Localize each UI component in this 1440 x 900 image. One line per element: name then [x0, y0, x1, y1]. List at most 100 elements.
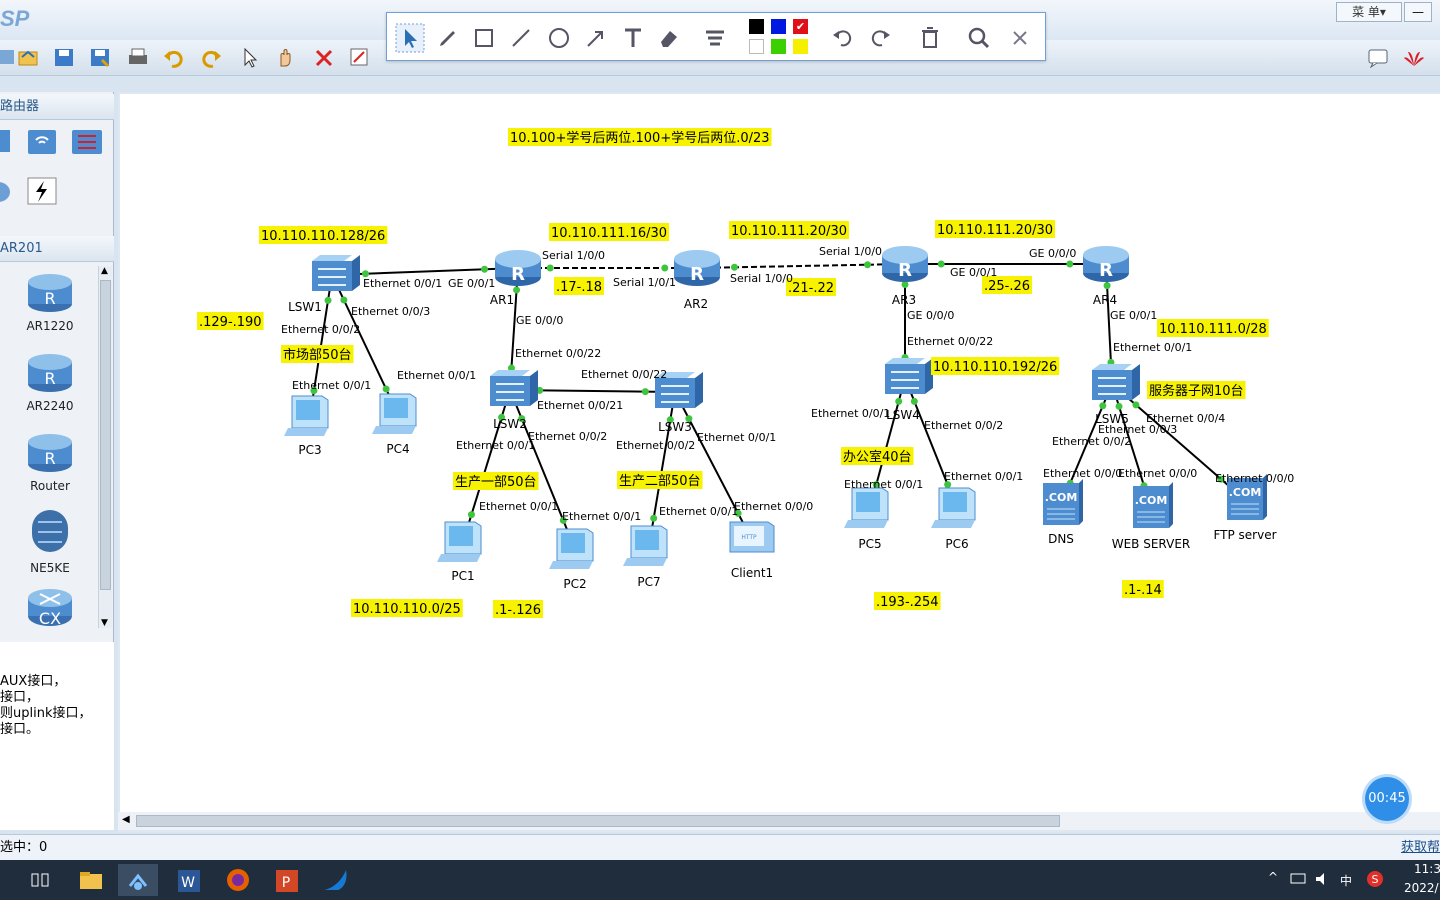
note-label[interactable]: 10.100+学号后两位.100+学号后两位.0/23 [508, 128, 772, 146]
tray-expand-icon[interactable]: ^ [1268, 870, 1278, 884]
device-ar2[interactable]: R AR2 [674, 250, 720, 311]
select-pointer-icon[interactable] [238, 46, 262, 68]
device-router[interactable]: R Router [18, 430, 82, 493]
network-icon[interactable] [1290, 872, 1306, 886]
note-label[interactable]: 服务器子网10台 [1147, 381, 1246, 399]
note-label[interactable]: 市场部50台 [281, 345, 354, 363]
eraser-icon[interactable] [657, 25, 683, 51]
arrow-draw-icon[interactable] [583, 25, 609, 51]
link-line[interactable] [509, 389, 576, 550]
device-lsw3[interactable]: LSW3 [655, 372, 703, 434]
word-icon[interactable]: W [168, 864, 208, 896]
note-label[interactable]: 10.110.111.0/28 [1157, 319, 1269, 337]
volume-icon[interactable] [1314, 872, 1330, 886]
device-pc1[interactable]: PC1 [437, 521, 482, 583]
sogou-icon[interactable]: S [1366, 870, 1384, 888]
color-yellow-swatch[interactable] [793, 39, 808, 54]
note-label[interactable]: .21-.22 [786, 278, 837, 296]
pen-icon[interactable] [435, 25, 461, 51]
close-drawing-icon[interactable] [1007, 25, 1033, 51]
horizontal-scrollbar[interactable]: ◀ [118, 812, 1440, 830]
chat-icon[interactable] [1366, 46, 1390, 68]
device-ar3[interactable]: R AR3 [882, 246, 928, 307]
device-ne5ke[interactable]: NE5KE [18, 506, 82, 575]
pan-hand-icon[interactable] [274, 46, 298, 68]
link-line[interactable] [696, 263, 906, 269]
ellipse-icon[interactable] [546, 25, 572, 51]
trash-icon[interactable] [917, 25, 943, 51]
device-dns[interactable]: .COM DNS [1043, 479, 1083, 546]
device-ar4[interactable]: R AR4 [1083, 246, 1129, 307]
line-icon[interactable] [508, 25, 534, 51]
device-pc4[interactable]: PC4 [372, 393, 417, 456]
task-view-icon[interactable] [20, 864, 60, 896]
device-lsw1[interactable]: LSW1 [288, 255, 360, 314]
color-black-swatch[interactable] [749, 19, 764, 34]
device-pc3[interactable]: PC3 [284, 395, 329, 457]
note-label[interactable]: 10.110.111.20/30 [935, 220, 1056, 238]
draw-redo-icon[interactable] [868, 25, 894, 51]
device-ar1220[interactable]: R AR1220 [18, 270, 82, 333]
device-lsw5[interactable]: LSW5 [1092, 364, 1140, 426]
link-line[interactable] [648, 391, 676, 547]
device-lsw4[interactable]: LSW4 [885, 358, 933, 422]
wireshark-icon[interactable] [316, 864, 356, 896]
device-lsw2[interactable]: LSW2 [490, 370, 538, 431]
help-link[interactable]: 获取帮 [1401, 835, 1440, 861]
color-white-swatch[interactable] [749, 39, 764, 54]
note-label[interactable]: 10.110.110.128/26 [259, 226, 388, 244]
device-pc6[interactable]: PC6 [931, 487, 976, 551]
device-list-scrollbar[interactable]: ▲ ▼ [98, 266, 112, 628]
save-icon[interactable] [52, 46, 76, 68]
menu-button[interactable]: 菜 单▾ [1336, 2, 1402, 22]
topology-canvas[interactable]: LSW1 R AR1 R AR2 R AR3 R AR4 LSW2 LSW3 LSW4 LSW5 PC3 P… [120, 94, 1440, 814]
note-label[interactable]: .129-.190 [197, 312, 264, 330]
router-type-icon[interactable] [0, 126, 12, 156]
open-icon[interactable] [16, 46, 40, 68]
note-label[interactable]: .193-.254 [874, 592, 941, 610]
device-pc7[interactable]: PC7 [623, 525, 668, 589]
draw-undo-icon[interactable] [829, 25, 855, 51]
color-blue-swatch[interactable] [771, 19, 786, 34]
file-explorer-icon[interactable] [70, 864, 110, 896]
cloud-icon[interactable] [0, 176, 14, 206]
delete-link-icon[interactable] [348, 46, 372, 68]
recording-timer[interactable]: 00:45 [1365, 777, 1409, 821]
redo-icon[interactable] [199, 46, 223, 68]
color-red-swatch[interactable]: ✔ [793, 19, 808, 34]
scroll-down-icon[interactable]: ▼ [101, 618, 108, 628]
device-ar2240[interactable]: R AR2240 [18, 350, 82, 413]
note-label[interactable]: .17-.18 [554, 277, 605, 295]
firefox-icon[interactable] [218, 864, 258, 896]
rectangle-icon[interactable] [471, 25, 497, 51]
line-width-icon[interactable] [703, 25, 729, 51]
wireless-icon[interactable] [26, 126, 58, 158]
note-label[interactable]: 10.110.110.192/26 [931, 357, 1060, 375]
scroll-left-icon[interactable]: ◀ [122, 814, 130, 825]
save-as-icon[interactable] [88, 46, 112, 68]
note-label[interactable]: 10.110.111.16/30 [549, 223, 670, 241]
scroll-thumb[interactable] [100, 280, 111, 590]
zoom-icon[interactable] [966, 25, 992, 51]
delete-icon[interactable] [312, 46, 336, 68]
device-client1[interactable]: HTTP Client1 [729, 521, 775, 580]
text-tool-icon[interactable] [620, 25, 646, 51]
scroll-up-icon[interactable]: ▲ [101, 266, 108, 276]
auto-connect-icon[interactable] [26, 176, 58, 206]
note-label[interactable]: 办公室40台 [841, 447, 914, 465]
note-label[interactable]: .1-.126 [493, 600, 544, 618]
device-web[interactable]: .COM WEB SERVER [1112, 482, 1191, 551]
device-pc2[interactable]: PC2 [549, 528, 594, 591]
horizontal-scroll-thumb[interactable] [136, 815, 1060, 827]
clock-time[interactable]: 11:3 [1414, 862, 1440, 876]
link-line[interactable] [331, 274, 399, 415]
device-cx[interactable]: CX [18, 586, 82, 628]
ensp-taskbar-icon[interactable] [118, 864, 158, 896]
note-label[interactable]: 10.110.111.20/30 [729, 221, 850, 239]
ime-indicator[interactable]: 中 [1340, 872, 1352, 889]
undo-icon[interactable] [162, 46, 186, 68]
topology-diagram[interactable]: LSW1 R AR1 R AR2 R AR3 R AR4 LSW2 LSW3 LSW4 LSW5 PC3 P… [120, 94, 1440, 814]
clock-date[interactable]: 2022/1 [1404, 881, 1440, 895]
device-pc5[interactable]: PC5 [844, 487, 889, 551]
minimize-button[interactable]: — [1404, 2, 1432, 22]
